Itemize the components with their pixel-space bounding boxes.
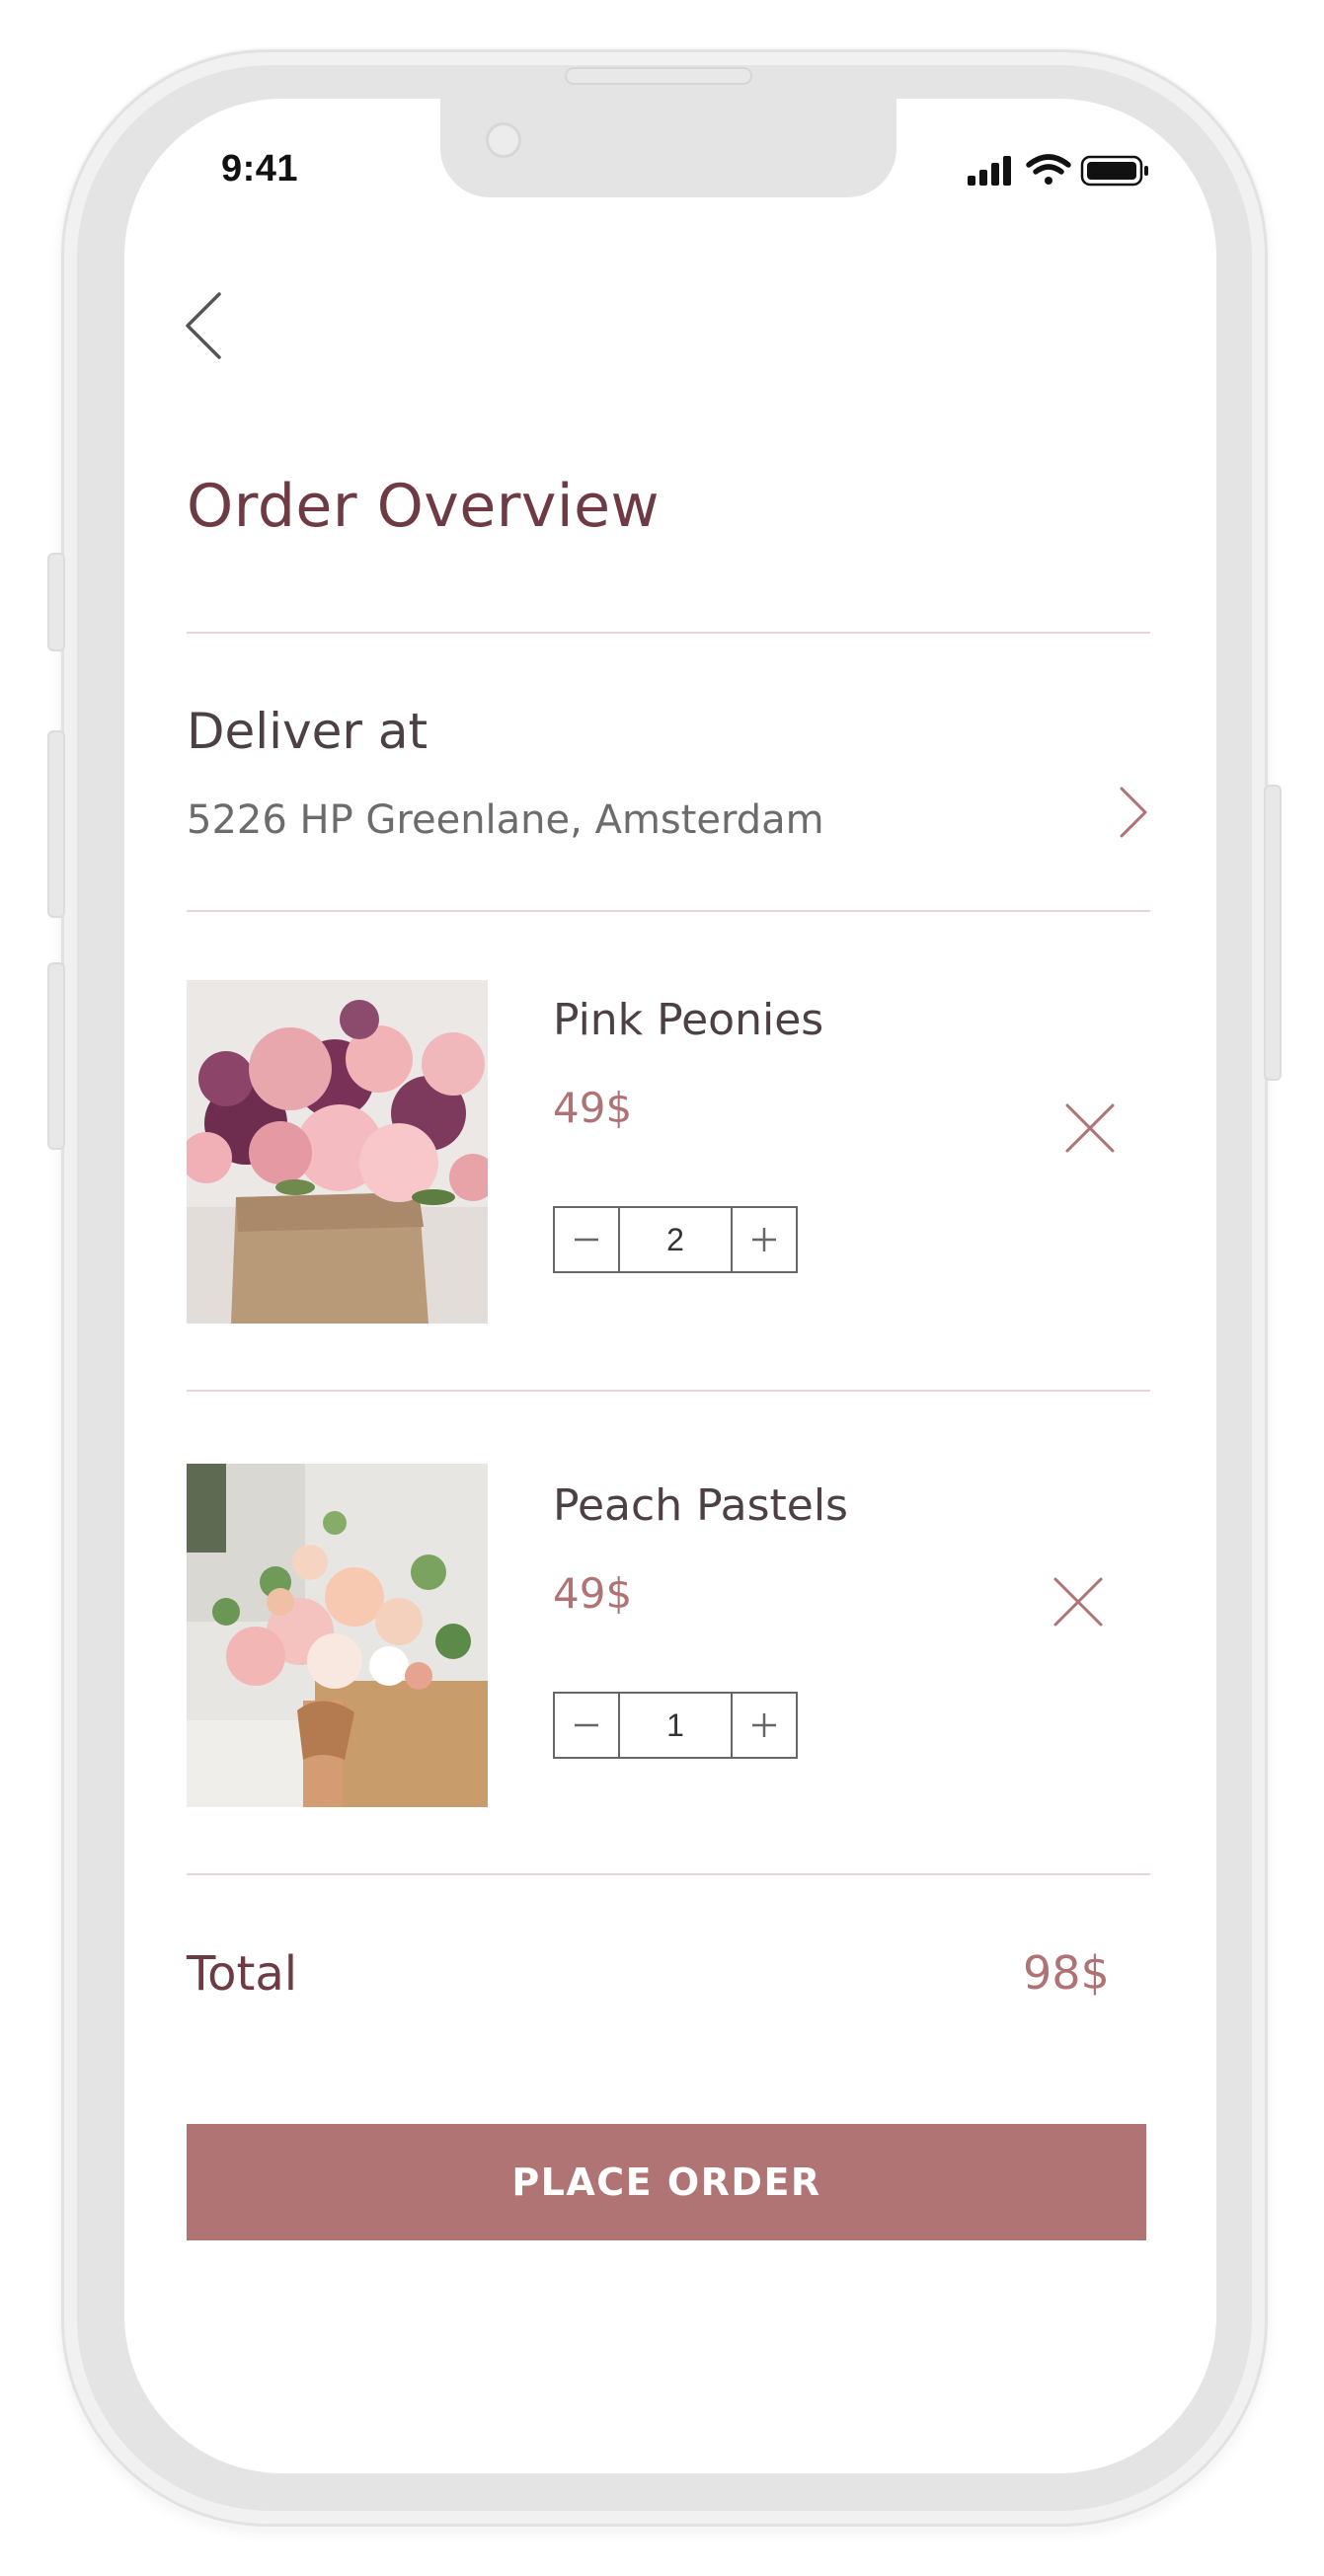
quantity-stepper: 1 [553,1692,798,1759]
status-time: 9:41 [221,148,299,189]
plus-icon [752,1228,776,1251]
place-order-button[interactable]: PLACE ORDER [187,2124,1146,2240]
back-button[interactable] [176,286,235,365]
divider [187,1873,1150,1875]
close-icon [1065,1103,1115,1153]
speaker-slot [565,67,752,85]
close-icon [1053,1577,1103,1627]
divider [187,1390,1150,1392]
quantity-stepper: 2 [553,1206,798,1273]
product-image-pink-peonies [187,980,488,1324]
minus-icon [575,1723,598,1727]
product-name: Peach Pastels [553,1480,848,1531]
front-camera [486,122,521,158]
volume-up-button [47,730,65,918]
mute-switch [47,553,65,651]
product-name: Pink Peonies [553,995,824,1045]
divider [187,632,1150,634]
product-price: 49$ [553,1084,633,1132]
total-label: Total [187,1946,298,2002]
chevron-left-icon [186,292,221,359]
battery-icon [1080,155,1148,187]
divider [187,910,1150,912]
deliver-at-label: Deliver at [187,703,428,760]
cellular-signal-icon [968,156,1011,186]
product-image-peach-pastels [187,1464,488,1807]
wifi-icon [1026,154,1071,185]
increment-button[interactable] [731,1694,796,1757]
plus-icon [752,1713,776,1737]
quantity-value[interactable]: 2 [620,1208,731,1271]
quantity-value[interactable]: 1 [620,1694,731,1757]
volume-down-button [47,962,65,1150]
minus-icon [575,1238,598,1242]
product-price: 49$ [553,1569,633,1618]
remove-item-button[interactable] [1051,1575,1105,1629]
increment-button[interactable] [731,1208,796,1271]
power-button [1264,785,1282,1081]
total-value: 98$ [1023,1946,1110,2000]
delivery-address: 5226 HP Greenlane, Amsterdam [187,797,824,843]
page-title: Order Overview [187,472,661,541]
decrement-button[interactable] [555,1208,620,1271]
decrement-button[interactable] [555,1694,620,1757]
status-icons [966,154,1163,188]
remove-item-button[interactable] [1063,1101,1117,1155]
chevron-right-icon[interactable] [1116,785,1151,840]
